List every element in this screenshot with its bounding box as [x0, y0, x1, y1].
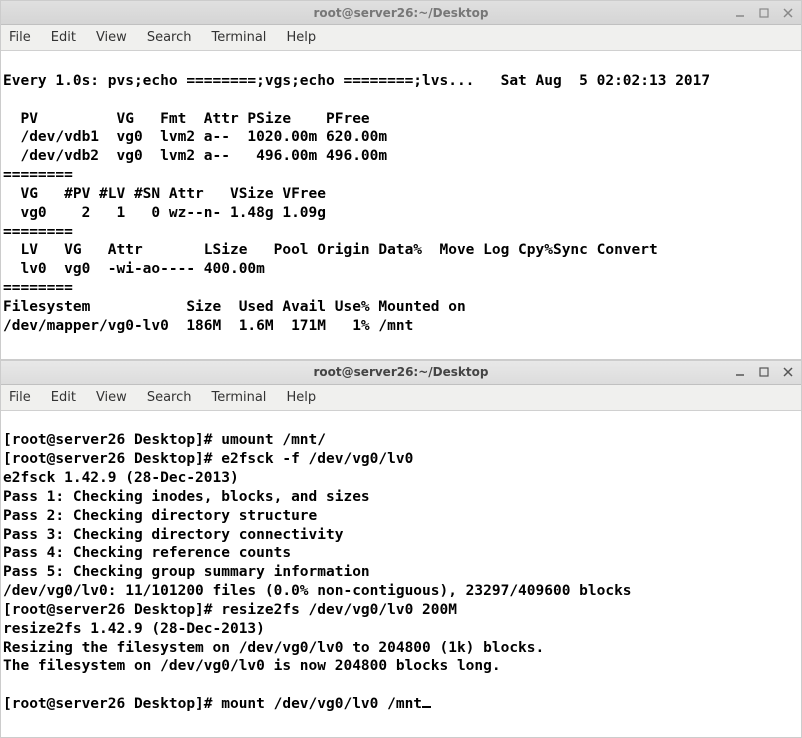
- term-line: LV VG Attr LSize Pool Origin Data% Move …: [3, 242, 658, 258]
- term-line: vg0 2 1 0 wz--n- 1.48g 1.09g: [3, 205, 326, 221]
- window-buttons-front: [731, 364, 797, 380]
- term-line: Pass 4: Checking reference counts: [3, 545, 291, 561]
- menu-file[interactable]: File: [9, 390, 31, 405]
- menubar-front: File Edit View Search Terminal Help: [1, 385, 801, 411]
- menu-edit[interactable]: Edit: [51, 390, 76, 405]
- term-line: Pass 5: Checking group summary informati…: [3, 564, 370, 580]
- term-line: The filesystem on /dev/vg0/lv0 is now 20…: [3, 658, 501, 674]
- term-line: ========: [3, 167, 73, 183]
- term-line: [root@server26 Desktop]# resize2fs /dev/…: [3, 602, 457, 618]
- term-line: /dev/vdb2 vg0 lvm2 a-- 496.00m 496.00m: [3, 148, 387, 164]
- maximize-icon[interactable]: [755, 5, 773, 21]
- term-line: /dev/mapper/vg0-lv0 186M 1.6M 171M 1% /m…: [3, 318, 413, 334]
- term-line: /dev/vdb1 vg0 lvm2 a-- 1020.00m 620.00m: [3, 129, 387, 145]
- term-line: [root@server26 Desktop]# e2fsck -f /dev/…: [3, 451, 413, 467]
- cursor-icon: [422, 706, 431, 708]
- term-line: Pass 2: Checking directory structure: [3, 508, 317, 524]
- term-line: /dev/vg0/lv0: 11/101200 files (0.0% non-…: [3, 583, 632, 599]
- term-line: PV VG Fmt Attr PSize PFree: [3, 111, 370, 127]
- term-line: Resizing the filesystem on /dev/vg0/lv0 …: [3, 640, 544, 656]
- menu-view[interactable]: View: [96, 30, 127, 45]
- term-line: [root@server26 Desktop]# umount /mnt/: [3, 432, 326, 448]
- maximize-icon[interactable]: [755, 364, 773, 380]
- term-line: [root@server26 Desktop]# mount /dev/vg0/…: [3, 696, 422, 712]
- term-line: lv0 vg0 -wi-ao---- 400.00m: [3, 261, 265, 277]
- menubar-back: File Edit View Search Terminal Help: [1, 25, 801, 51]
- window-title-back: root@server26:~/Desktop: [1, 6, 801, 20]
- term-line: ========: [3, 280, 73, 296]
- titlebar-back[interactable]: root@server26:~/Desktop: [1, 1, 801, 25]
- menu-view[interactable]: View: [96, 390, 127, 405]
- terminal-window-back: root@server26:~/Desktop File Edit View S…: [0, 0, 802, 360]
- menu-help[interactable]: Help: [286, 390, 316, 405]
- term-line: ========: [3, 224, 73, 240]
- menu-edit[interactable]: Edit: [51, 30, 76, 45]
- minimize-icon[interactable]: [731, 5, 749, 21]
- close-icon[interactable]: [779, 364, 797, 380]
- terminal-window-front: root@server26:~/Desktop File Edit View S…: [0, 360, 802, 738]
- term-line: VG #PV #LV #SN Attr VSize VFree: [3, 186, 326, 202]
- menu-help[interactable]: Help: [286, 30, 316, 45]
- menu-search[interactable]: Search: [147, 390, 192, 405]
- menu-file[interactable]: File: [9, 30, 31, 45]
- window-buttons-back: [731, 5, 797, 21]
- minimize-icon[interactable]: [731, 364, 749, 380]
- menu-search[interactable]: Search: [147, 30, 192, 45]
- close-icon[interactable]: [779, 5, 797, 21]
- term-line: Pass 1: Checking inodes, blocks, and siz…: [3, 489, 370, 505]
- term-line: Pass 3: Checking directory connectivity: [3, 527, 343, 543]
- terminal-output-back[interactable]: Every 1.0s: pvs;echo ========;vgs;echo =…: [1, 51, 801, 359]
- menu-terminal[interactable]: Terminal: [211, 30, 266, 45]
- titlebar-front[interactable]: root@server26:~/Desktop: [1, 361, 801, 385]
- menu-terminal[interactable]: Terminal: [211, 390, 266, 405]
- term-line: Every 1.0s: pvs;echo ========;vgs;echo =…: [3, 73, 710, 89]
- term-line: Filesystem Size Used Avail Use% Mounted …: [3, 299, 466, 315]
- term-line: resize2fs 1.42.9 (28-Dec-2013): [3, 621, 265, 637]
- term-line: e2fsck 1.42.9 (28-Dec-2013): [3, 470, 239, 486]
- window-title-front: root@server26:~/Desktop: [1, 365, 801, 379]
- terminal-output-front[interactable]: [root@server26 Desktop]# umount /mnt/ [r…: [1, 411, 801, 737]
